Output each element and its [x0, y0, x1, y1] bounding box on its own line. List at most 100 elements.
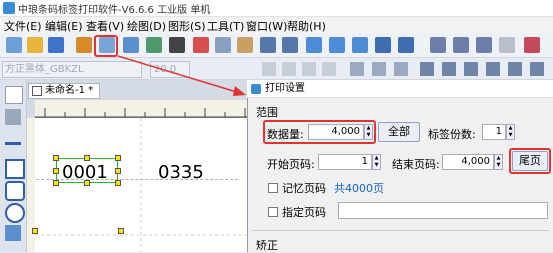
unlock-icon[interactable] [499, 37, 515, 53]
save-icon[interactable] [48, 37, 64, 53]
same-height-icon[interactable] [486, 62, 500, 76]
bold-icon[interactable] [262, 62, 276, 76]
layer-icon[interactable] [524, 37, 540, 53]
remember-page-checkbox[interactable] [268, 183, 278, 193]
image-tool-icon[interactable] [5, 225, 21, 241]
tool-palette [0, 80, 27, 252]
zoom-100-icon[interactable] [352, 37, 368, 53]
total-pages-text: 共4000页 [334, 182, 384, 195]
app-icon [3, 2, 15, 14]
resize-handle[interactable] [84, 155, 90, 161]
barcode-text-1[interactable]: 0001 [62, 162, 108, 183]
barcode-icon[interactable] [169, 37, 185, 53]
data-count-highlight [263, 120, 376, 144]
font-bar: 方正黑体_GBKZL 20.0 [0, 58, 553, 80]
rotate-icon[interactable] [530, 62, 544, 76]
document-tab[interactable]: 未命名-1 * [28, 83, 100, 99]
menu-file[interactable]: 文件(E) [4, 18, 42, 34]
window-title: 中琅条码标签打印软件-V6.6.6 工业版 单机 [18, 5, 211, 16]
range-section-label: 范围 [256, 106, 278, 119]
end-page-spinner[interactable]: ▲ ▼ [494, 154, 503, 170]
settings-icon[interactable] [76, 37, 92, 53]
resize-handle[interactable] [115, 155, 121, 161]
specify-page-label: 指定页码 [282, 206, 326, 219]
line-tool-icon[interactable] [5, 142, 21, 145]
resize-handle[interactable] [115, 180, 121, 186]
cut-icon[interactable] [193, 37, 209, 53]
all-button[interactable]: 全部 [378, 122, 420, 142]
align-center-icon[interactable] [302, 62, 316, 76]
align-left-icon[interactable] [282, 62, 296, 76]
font-size-select[interactable]: 20.0 [150, 61, 190, 78]
new-icon[interactable] [6, 37, 22, 53]
open-icon[interactable] [27, 37, 43, 53]
dialog-title: 打印设置 [265, 83, 305, 94]
menu-shape[interactable]: 图形(S) [168, 18, 206, 34]
rounded-rect-tool-icon[interactable] [5, 181, 25, 201]
fit-width-icon[interactable] [398, 37, 414, 53]
horizontal-ruler [35, 100, 247, 118]
same-size-icon[interactable] [508, 62, 522, 76]
section-divider [252, 230, 549, 231]
ungroup-icon[interactable] [453, 37, 469, 53]
label-copies-spinner[interactable]: ▲ ▼ [506, 124, 515, 140]
fit-page-icon[interactable] [375, 37, 391, 53]
label-copies-input[interactable]: 1 [482, 124, 506, 140]
menu-edit[interactable]: 编辑(E) [45, 18, 83, 34]
copy-icon[interactable] [215, 37, 231, 53]
rectangle-tool-icon[interactable] [5, 159, 25, 179]
remember-page-label: 记忆页码 [282, 182, 326, 195]
dialog-title-bar: 打印设置 [247, 80, 553, 98]
specify-page-checkbox[interactable] [268, 207, 278, 217]
document-tab-label: 未命名-1 * [45, 85, 94, 96]
specify-page-input[interactable] [338, 202, 548, 219]
redo-icon[interactable] [282, 37, 298, 53]
resize-handle[interactable] [115, 168, 121, 174]
align-middle-icon[interactable] [372, 62, 386, 76]
menu-bar: 文件(E) 编辑(E) 查看(V) 绘图(D) 图形(S) 工具(T) 窗口(W… [0, 17, 553, 33]
data-source-icon[interactable] [146, 37, 162, 53]
menu-view[interactable]: 查看(V) [86, 18, 124, 34]
distribute-v-icon[interactable] [442, 62, 456, 76]
ellipse-tool-icon[interactable] [5, 203, 25, 223]
resize-handle[interactable] [53, 155, 59, 161]
print-highlight [94, 35, 118, 57]
start-page-spinner[interactable]: ▲ ▼ [372, 154, 381, 170]
zoom-in-icon[interactable] [306, 37, 322, 53]
label-page[interactable] [35, 118, 247, 252]
start-page-input[interactable]: 1 [318, 154, 372, 170]
end-page-label: 结束页码: [392, 158, 440, 171]
distribute-h-icon[interactable] [420, 62, 434, 76]
database-icon[interactable] [123, 37, 139, 53]
align-right-icon[interactable] [322, 62, 336, 76]
correction-section-label: 矫正 [256, 239, 278, 252]
resize-handle[interactable] [53, 168, 59, 174]
lock-icon[interactable] [476, 37, 492, 53]
label-copies-label: 标签份数: [428, 128, 476, 141]
barcode-text-2[interactable]: 0335 [158, 162, 204, 183]
title-bar: 中琅条码标签打印软件-V6.6.6 工业版 单机 [0, 0, 553, 17]
pan-tool-icon[interactable] [5, 109, 21, 125]
end-page-input[interactable]: 4,000 [442, 154, 494, 170]
dialog-app-icon [251, 84, 261, 94]
align-bottom-icon[interactable] [394, 62, 408, 76]
group-icon[interactable] [430, 37, 446, 53]
menu-draw[interactable]: 绘图(D) [127, 18, 166, 34]
menu-tools[interactable]: 工具(T) [207, 18, 244, 34]
zoom-out-icon[interactable] [329, 37, 345, 53]
menu-help[interactable]: 帮助(H) [287, 18, 326, 34]
document-icon [32, 86, 42, 96]
same-width-icon[interactable] [464, 62, 478, 76]
start-page-label: 开始页码: [267, 158, 315, 171]
align-top-icon[interactable] [350, 62, 364, 76]
last-page-highlight [509, 148, 551, 174]
toolbar [0, 33, 553, 58]
paste-icon[interactable] [237, 37, 253, 53]
menu-window[interactable]: 窗口(W) [246, 18, 287, 34]
select-tool-icon[interactable] [5, 86, 23, 104]
page-handle[interactable] [118, 228, 124, 234]
undo-icon[interactable] [260, 37, 276, 53]
resize-handle[interactable] [53, 180, 59, 186]
font-family-select[interactable]: 方正黑体_GBKZL [2, 61, 142, 78]
page-handle[interactable] [32, 228, 38, 234]
